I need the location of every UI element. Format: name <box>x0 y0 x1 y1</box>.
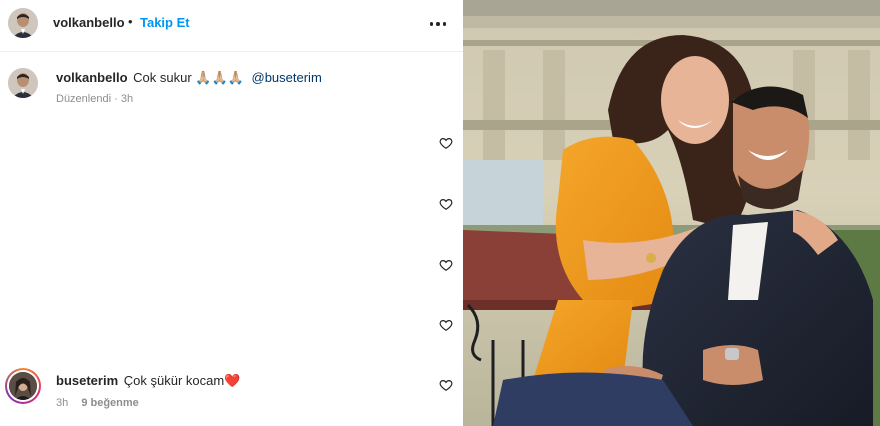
follow-button[interactable]: Takip Et <box>140 15 190 30</box>
author-username[interactable]: volkanbello <box>53 15 125 30</box>
caption-time[interactable]: 3h <box>121 93 133 105</box>
commenter-username[interactable]: buseterim <box>56 373 118 388</box>
comment-body: Çok şükür kocam <box>123 373 225 388</box>
pray-emoji: 🙏🏼🙏🏼🙏🏼 <box>195 71 244 86</box>
heart-icon[interactable] <box>439 258 453 272</box>
post-header: volkanbello • Takip Et <box>0 0 463 52</box>
couple-photo-image <box>463 0 880 426</box>
caption-text: volkanbello Cok sukur 🙏🏼🙏🏼🙏🏼 @buseterim <box>56 70 322 86</box>
heart-icon[interactable] <box>439 318 453 332</box>
comment-text: buseterim Çok şükür kocam❤️ <box>56 373 240 389</box>
caption-author-avatar[interactable] <box>8 68 38 98</box>
post-photo[interactable] <box>463 0 880 426</box>
author-avatar[interactable] <box>8 8 38 38</box>
comment-likes[interactable]: 9 beğenme <box>81 397 138 409</box>
edited-label: Düzenlendi <box>56 93 112 105</box>
more-options-icon[interactable] <box>424 12 452 36</box>
heart-icon[interactable] <box>439 197 453 211</box>
commenter-avatar-story-ring[interactable] <box>5 368 41 404</box>
red-heart-emoji: ❤️ <box>224 374 241 389</box>
heart-icon[interactable] <box>439 136 453 150</box>
comment-meta: 3h 9 beğenme <box>56 397 139 409</box>
caption-username[interactable]: volkanbello <box>56 70 128 85</box>
separator-dot: • <box>128 14 133 29</box>
comment-time[interactable]: 3h <box>56 397 68 409</box>
caption-meta: Düzenlendi · 3h <box>56 93 134 105</box>
caption-body: Cok sukur <box>133 70 192 85</box>
commenter-avatar <box>9 372 37 400</box>
heart-icon[interactable] <box>439 378 453 392</box>
mention-link[interactable]: @buseterim <box>252 70 322 85</box>
comments-panel: volkanbello • Takip Et volkanbello Cok s… <box>0 0 463 426</box>
